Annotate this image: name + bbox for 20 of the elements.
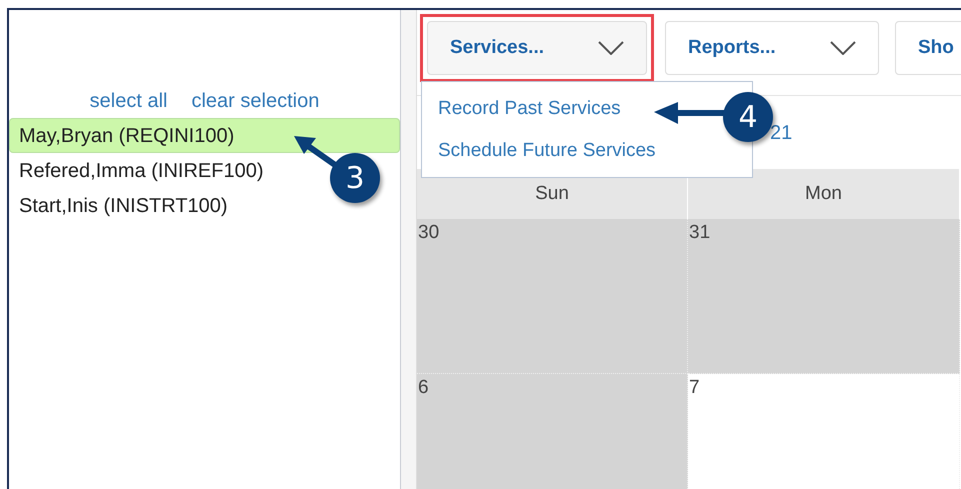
person-list-item[interactable]: May,Bryan (REQINI100) — [9, 118, 400, 153]
selection-link[interactable]: select all — [90, 86, 168, 116]
menu-item[interactable]: Schedule Future Services — [438, 136, 656, 166]
selection-link[interactable]: clear selection — [191, 86, 320, 116]
calendar-title: 21 — [770, 120, 792, 146]
menu-item[interactable]: Record Past Services — [438, 94, 621, 124]
caret-icon — [830, 41, 856, 55]
menu-button[interactable]: Services... — [427, 21, 647, 75]
day-cell[interactable]: 7 — [688, 374, 960, 489]
step-number-badge: 3 — [330, 153, 380, 203]
day-cell[interactable]: 30 — [417, 219, 688, 374]
weekday-header: Mon — [688, 169, 960, 219]
day-cell[interactable]: 6 — [417, 374, 688, 489]
menu-button[interactable]: Reports... — [665, 21, 879, 75]
person-list-item[interactable]: Refered,Imma (INIREF100) — [9, 153, 274, 188]
day-cell[interactable]: 31 — [688, 219, 960, 374]
splitter-bar[interactable] — [401, 10, 417, 489]
caret-icon — [598, 41, 624, 55]
menu-button[interactable]: Sho — [895, 21, 961, 75]
person-list-item[interactable]: Start,Inis (INISTRT100) — [9, 188, 238, 223]
